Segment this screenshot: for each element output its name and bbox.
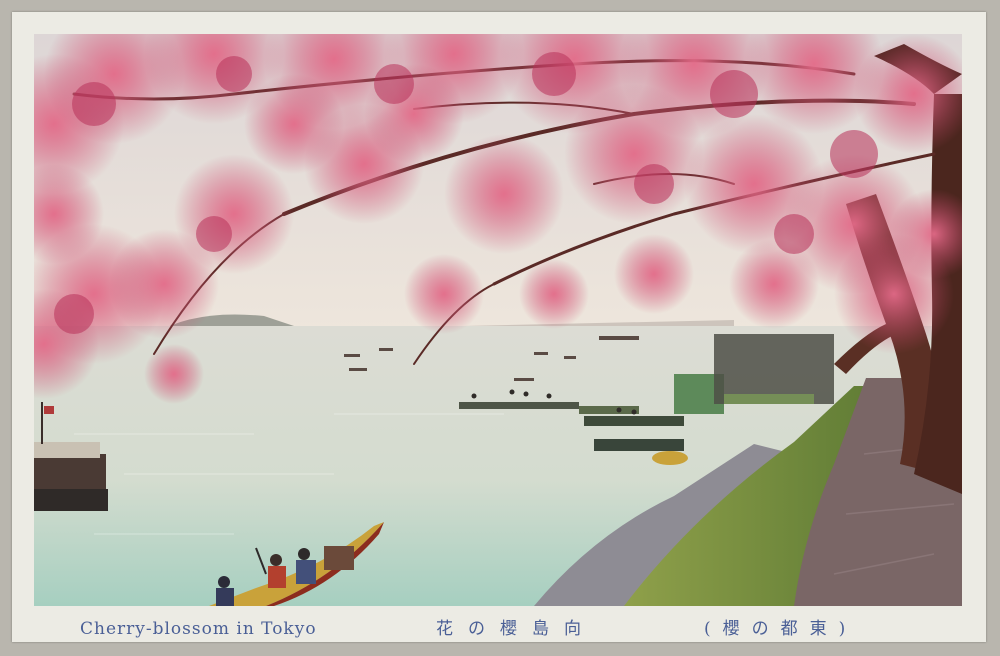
cherry-blossom-river-scene <box>34 34 962 606</box>
caption-japanese-title: 花の櫻島向 <box>436 619 596 639</box>
caption-japanese-series: (櫻の都東) <box>704 619 858 639</box>
postcard: Cherry-blossom in Tokyo 花の櫻島向 (櫻の都東) <box>12 12 986 642</box>
caption-english: Cherry-blossom in Tokyo <box>80 619 317 639</box>
photo <box>34 34 962 606</box>
